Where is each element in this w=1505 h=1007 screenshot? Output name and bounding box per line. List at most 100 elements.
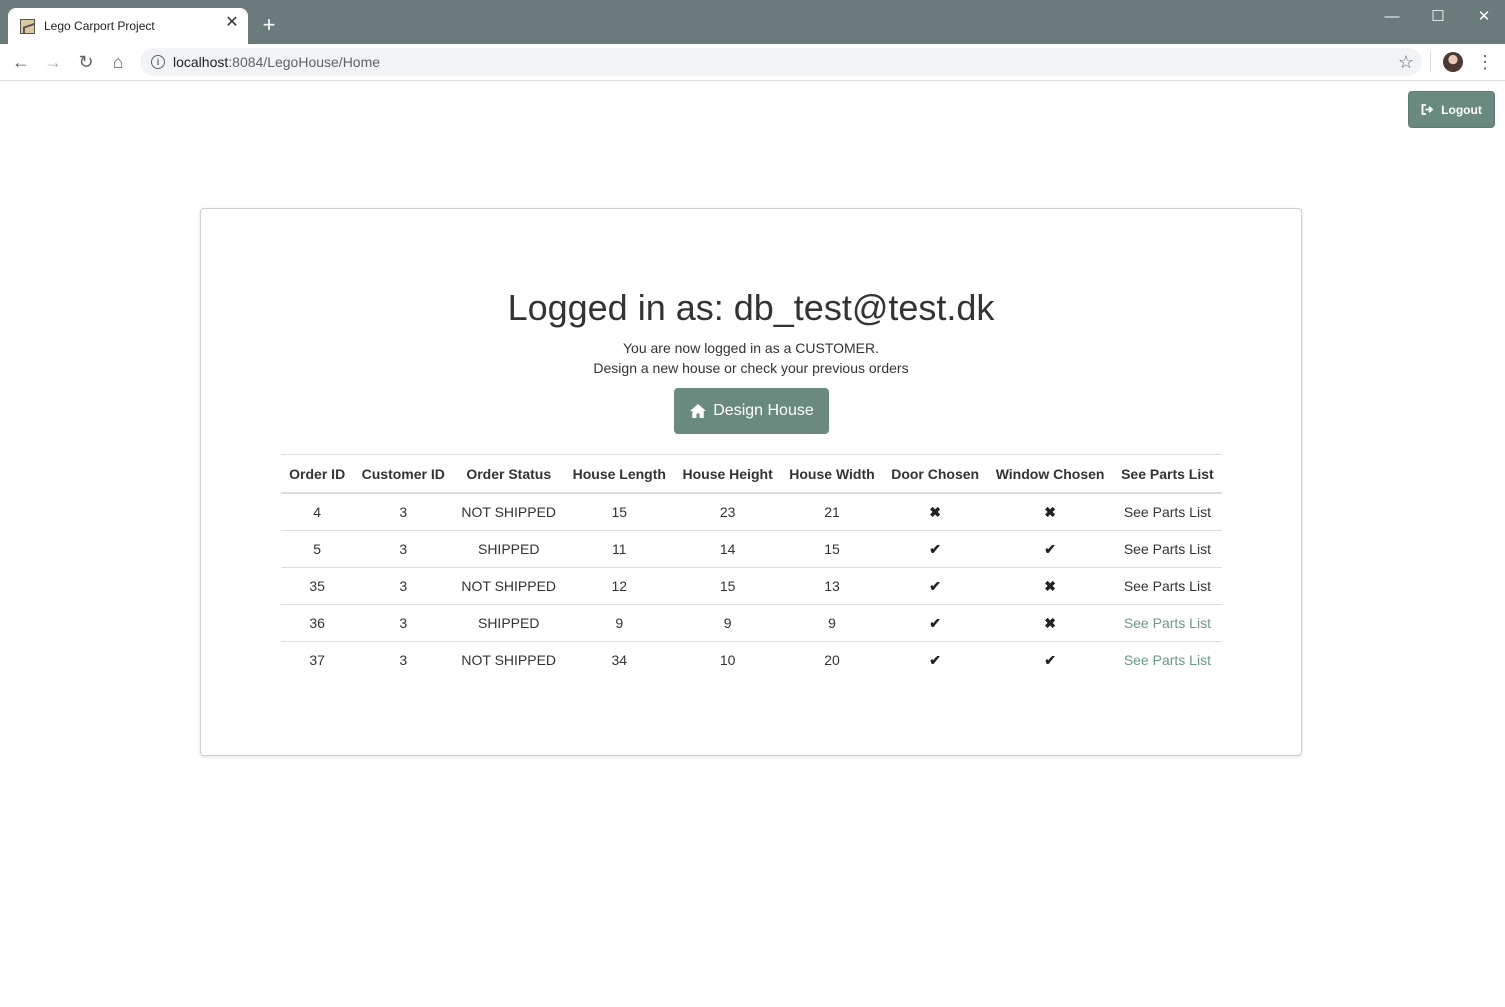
order-status-cell: NOT SHIPPED — [453, 567, 565, 605]
table-row: 4 3 NOT SHIPPED 15 23 21 ✖ ✖ See Parts List — [281, 492, 1222, 531]
forward-icon[interactable]: → — [42, 51, 64, 73]
house-width-cell: 15 — [781, 530, 883, 568]
customer-id-cell: 3 — [353, 641, 454, 678]
see-parts-list-link[interactable]: See Parts List — [1124, 578, 1211, 594]
customer-id-cell: 3 — [353, 530, 454, 568]
house-width-cell: 9 — [781, 604, 883, 642]
house-height-cell: 23 — [674, 492, 782, 531]
customer-id-cell: 3 — [353, 567, 454, 605]
page-title: Logged in as: db_test@test.dk — [507, 287, 995, 328]
door-chosen-cell: ✔ — [882, 530, 988, 568]
house-height-cell: 9 — [674, 604, 782, 642]
order-id-cell: 4 — [281, 492, 354, 531]
address-bar[interactable]: i localhost:8084/LegoHouse/Home ☆ — [140, 48, 1422, 76]
minimize-icon[interactable]: — — [1380, 8, 1404, 26]
new-tab-icon[interactable]: + — [259, 14, 279, 36]
reload-icon[interactable]: ↻ — [75, 51, 97, 73]
order-status-cell: NOT SHIPPED — [453, 492, 565, 531]
cross-icon: ✖ — [1044, 503, 1056, 520]
check-icon: ✔ — [929, 651, 942, 668]
table-row: 35 3 NOT SHIPPED 12 15 13 ✔ ✖ See Parts List — [281, 567, 1222, 605]
see-parts-list-link[interactable]: See Parts List — [1124, 541, 1211, 557]
design-house-button[interactable]: Design House — [674, 388, 829, 434]
home-icon[interactable]: ⌂ — [107, 51, 129, 73]
order-status-cell: SHIPPED — [453, 604, 565, 642]
orders-card: Logged in as: db_test@test.dk You are no… — [200, 208, 1302, 756]
table-header-row: Order ID Customer ID Order Status House Len… — [281, 454, 1222, 494]
window-chosen-cell: ✖ — [987, 567, 1113, 605]
house-length-cell: 34 — [564, 641, 675, 678]
toolbar-divider — [1430, 52, 1431, 72]
cross-icon: ✖ — [1044, 614, 1056, 631]
order-id-cell: 5 — [281, 530, 354, 568]
logout-button[interactable]: Logout — [1408, 91, 1495, 128]
parts-list-cell: See Parts List — [1112, 641, 1222, 678]
browser-toolbar: ← → ↻ ⌂ i localhost:8084/LegoHouse/Home … — [0, 44, 1505, 81]
back-icon[interactable]: ← — [10, 51, 32, 73]
cross-icon: ✖ — [1044, 577, 1056, 594]
close-window-icon[interactable]: ✕ — [1472, 8, 1496, 26]
role-text: You are now logged in as a CUSTOMER. — [622, 340, 880, 356]
house-height-cell: 14 — [674, 530, 782, 568]
house-length-cell: 15 — [564, 492, 675, 531]
house-length-cell: 11 — [564, 530, 675, 568]
see-parts-list-link[interactable]: See Parts List — [1124, 652, 1211, 668]
column-header: Window Chosen — [987, 454, 1113, 494]
column-header: See Parts List — [1112, 454, 1222, 494]
parts-list-cell: See Parts List — [1112, 604, 1222, 642]
column-header: Customer ID — [353, 454, 454, 494]
site-info-icon[interactable]: i — [151, 55, 165, 69]
window-chosen-cell: ✖ — [987, 492, 1113, 531]
check-icon: ✔ — [929, 577, 942, 594]
window-chosen-cell: ✖ — [987, 604, 1113, 642]
url-path: :8084/LegoHouse/Home — [228, 54, 381, 70]
house-width-cell: 20 — [781, 641, 883, 678]
check-icon: ✔ — [929, 540, 942, 557]
check-icon: ✔ — [1044, 651, 1056, 668]
customer-id-cell: 3 — [353, 604, 454, 642]
door-chosen-cell: ✔ — [882, 604, 988, 642]
cross-icon: ✖ — [929, 503, 942, 520]
home-icon — [690, 404, 707, 418]
house-width-cell: 13 — [781, 567, 883, 605]
browser-tab[interactable]: Lego Carport Project ✕ — [8, 8, 248, 44]
see-parts-list-link[interactable]: See Parts List — [1124, 504, 1211, 520]
house-length-cell: 12 — [564, 567, 675, 605]
bookmark-star-icon[interactable]: ☆ — [1398, 52, 1414, 72]
profile-avatar[interactable] — [1443, 52, 1463, 72]
design-house-label: Design House — [713, 402, 814, 419]
url-text[interactable]: localhost:8084/LegoHouse/Home — [173, 54, 380, 70]
instruction-text: Design a new house or check your previou… — [593, 360, 909, 376]
order-id-cell: 35 — [281, 567, 354, 605]
column-header: Order ID — [281, 454, 354, 494]
door-chosen-cell: ✔ — [882, 567, 988, 605]
house-height-cell: 15 — [674, 567, 782, 605]
favicon-icon — [20, 19, 35, 34]
window-chosen-cell: ✔ — [987, 641, 1113, 678]
column-header: Order Status — [453, 454, 565, 494]
window-chosen-cell: ✔ — [987, 530, 1113, 568]
url-host: localhost — [173, 54, 229, 70]
browser-menu-icon[interactable]: ⋮ — [1476, 50, 1494, 74]
orders-table-body: 4 3 NOT SHIPPED 15 23 21 ✖ ✖ See Parts List 5 3 SHI… — [281, 492, 1222, 678]
close-tab-icon[interactable]: ✕ — [224, 15, 240, 31]
parts-list-cell: See Parts List — [1112, 567, 1222, 605]
parts-list-cell: See Parts List — [1112, 492, 1222, 531]
column-header: Door Chosen — [882, 454, 988, 494]
door-chosen-cell: ✔ — [882, 641, 988, 678]
column-header: House Length — [564, 454, 675, 494]
orders-table: Order ID Customer ID Order Status House Len… — [281, 454, 1222, 678]
tab-title: Lego Carport Project — [44, 19, 155, 33]
column-header: House Height — [674, 454, 782, 494]
house-length-cell: 9 — [564, 604, 675, 642]
order-status-cell: NOT SHIPPED — [453, 641, 565, 678]
door-chosen-cell: ✖ — [882, 492, 988, 531]
check-icon: ✔ — [1044, 540, 1056, 557]
house-width-cell: 21 — [781, 492, 883, 531]
sign-out-icon — [1421, 104, 1434, 115]
logout-label: Logout — [1441, 102, 1482, 117]
parts-list-cell: See Parts List — [1112, 530, 1222, 568]
table-row: 5 3 SHIPPED 11 14 15 ✔ ✔ See Parts List — [281, 530, 1222, 568]
maximize-icon[interactable]: ☐ — [1426, 8, 1450, 26]
see-parts-list-link[interactable]: See Parts List — [1124, 615, 1211, 631]
